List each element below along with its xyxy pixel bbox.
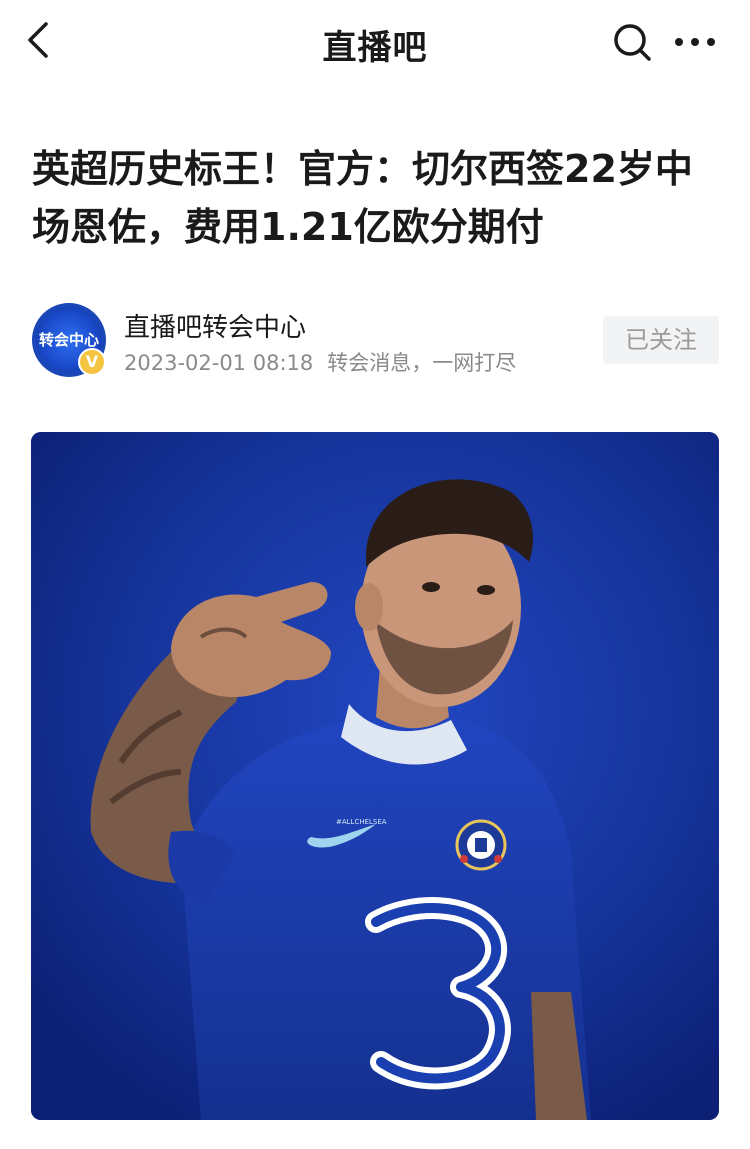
chevron-left-icon: [28, 22, 48, 58]
follow-button[interactable]: 已关注: [603, 316, 719, 364]
author-name[interactable]: 直播吧转会中心: [124, 307, 306, 344]
more-horizontal-icon: [675, 38, 715, 46]
club-crest: [455, 819, 507, 871]
publish-timestamp: 2023-02-01 08:18: [124, 351, 314, 375]
collar-text: #ALLCHELSEA: [336, 818, 387, 826]
player-photo-illustration: #ALLCHELSEA: [31, 432, 719, 1120]
author-tagline: 转会消息，一网打尽: [327, 351, 517, 375]
article-headline: 英超历史标王！官方：切尔西签22岁中场恩佐，费用1.21亿欧分期付: [32, 147, 693, 249]
article-image[interactable]: #ALLCHELSEA: [31, 432, 719, 1120]
verified-badge-icon: V: [78, 348, 106, 376]
avatar-label: 转会中心: [38, 331, 99, 349]
top-nav-bar: 直播吧: [0, 0, 750, 84]
article-meta: 2023-02-01 08:18 转会消息，一网打尽: [124, 347, 516, 377]
more-options-button[interactable]: [670, 22, 720, 62]
back-button[interactable]: [18, 18, 62, 62]
search-icon: [614, 24, 651, 61]
search-button[interactable]: [610, 20, 654, 64]
